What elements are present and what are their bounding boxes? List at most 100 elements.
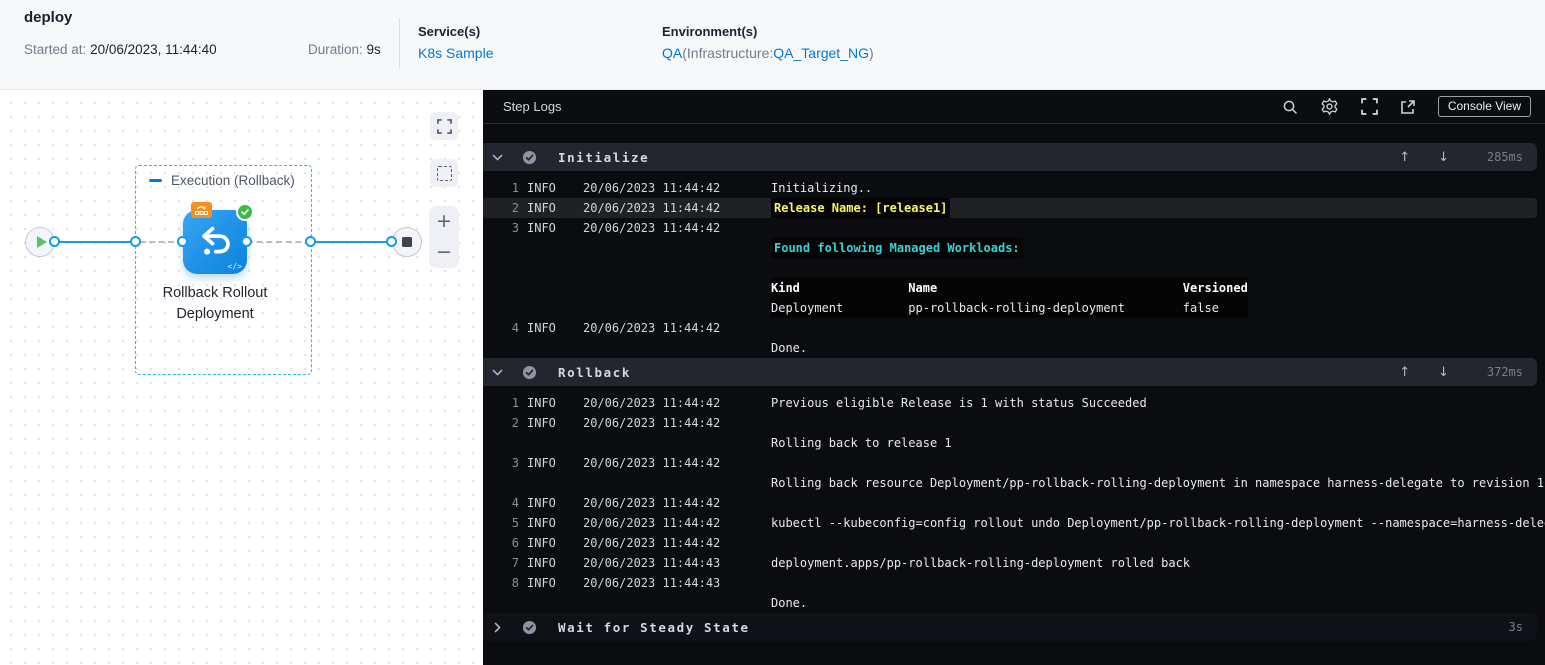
log-level: INFO (527, 576, 556, 590)
log-line: 6 INFO 20/06/2023 11:44:42 (483, 533, 1545, 553)
log-line: 1 INFO 20/06/2023 11:44:42 Previous eligibl… (483, 393, 1545, 413)
environments-block: Environment(s) QA(Infrastructure:QA_Targ… (662, 24, 874, 61)
edge-group-to-end (311, 241, 392, 243)
services-label: Service(s) (418, 24, 481, 39)
log-level (527, 473, 575, 493)
log-level (527, 238, 575, 258)
expand-section-chevron[interactable] (491, 621, 505, 634)
scroll-to-bottom-button[interactable]: ↓ (1438, 150, 1449, 165)
log-level (527, 298, 575, 318)
log-search-button[interactable] (1282, 99, 1298, 115)
log-line-number (489, 338, 519, 358)
duration: Duration: 9s (308, 42, 381, 57)
step-success-icon (522, 365, 537, 379)
log-fullscreen-button[interactable] (1361, 98, 1378, 115)
log-timestamp: 20/06/2023 11:44:42 (583, 396, 721, 410)
log-line-number: 2 (511, 201, 519, 215)
log-timestamp: 20/06/2023 11:44:42 (583, 416, 721, 430)
marquee-select-icon (436, 165, 452, 181)
connector-dot[interactable] (241, 236, 252, 247)
code-icon: </> (227, 262, 242, 271)
scroll-to-top-button[interactable]: ↑ (1399, 150, 1410, 165)
log-settings-button[interactable] (1320, 97, 1339, 116)
log-open-new-tab-button[interactable] (1400, 99, 1416, 115)
log-line (483, 258, 1545, 278)
log-message: Initializing.. (771, 181, 873, 195)
log-timestamp: 20/06/2023 11:44:42 (583, 181, 721, 195)
log-level: INFO (527, 201, 556, 215)
log-section-header-initialize[interactable]: Initialize ↑ ↓ 285ms (483, 143, 1537, 171)
log-header-divider (483, 123, 1545, 124)
log-message (771, 413, 1545, 433)
log-message: Previous eligible Release is 1 with stat… (771, 396, 1147, 410)
log-line-number: 1 (511, 181, 519, 195)
log-line-number: 4 (511, 321, 519, 335)
section-name: Rollback (558, 364, 632, 380)
started-at-label: Started at: (24, 42, 87, 57)
log-line: 4 INFO 20/06/2023 11:44:42 (483, 493, 1545, 513)
log-line-number: 7 (511, 556, 519, 570)
fullscreen-icon (436, 118, 452, 134)
infrastructure-link[interactable]: QA_Target_NG (773, 45, 869, 61)
log-message-yellow: Release Name: [release1] (771, 198, 951, 218)
step-success-badge (236, 203, 254, 221)
rollout-strategy-badge (191, 202, 212, 218)
connector-dot (386, 236, 397, 247)
console-view-button[interactable]: Console View (1437, 96, 1531, 117)
scroll-to-top-button[interactable]: ↑ (1399, 365, 1410, 380)
log-line-number: 1 (511, 396, 519, 410)
rollout-icon (195, 205, 208, 215)
section-log-rows: 1 INFO 20/06/2023 11:44:42 Previous eligibl… (483, 393, 1545, 613)
environment-link[interactable]: QA (662, 45, 682, 61)
log-line-number: 4 (511, 496, 519, 510)
section-log-rows: 1 INFO 20/06/2023 11:44:42 Initializing.. 2 I… (483, 178, 1545, 358)
log-line: Done. (483, 338, 1545, 358)
log-timestamp: 20/06/2023 11:44:42 (583, 201, 721, 215)
log-line-number (489, 473, 519, 493)
log-message (771, 453, 1545, 473)
canvas-fit-view-button[interactable] (430, 112, 458, 140)
log-message: Done. (771, 341, 808, 355)
log-panel-title: Step Logs (503, 99, 562, 114)
log-line-number (489, 593, 519, 613)
log-timestamp (583, 258, 763, 278)
log-message-table-head: Kind Name Versioned (771, 278, 1248, 298)
canvas-marquee-select-button[interactable] (430, 159, 458, 187)
log-level (527, 338, 575, 358)
log-level (527, 593, 575, 613)
log-level (527, 278, 575, 298)
pipeline-canvas[interactable]: Execution (Rollback) </> Rollback Rollou… (0, 90, 483, 665)
collapse-group-icon[interactable] (149, 179, 162, 182)
log-message: Rolling back to release 1 (771, 436, 952, 450)
log-message: Rolling back resource Deployment/pp-roll… (771, 476, 1545, 490)
chevron-down-icon (492, 154, 503, 160)
log-line: 1 INFO 20/06/2023 11:44:42 Initializing.. (483, 178, 1545, 198)
section-name: Wait for Steady State (558, 619, 750, 635)
log-section-header-wait-for-steady-state[interactable]: Wait for Steady State 3s (483, 613, 1537, 641)
step-node-rollback-rollout-deployment[interactable]: </> (183, 202, 254, 274)
section-controls: ↑ ↓ 372ms (1399, 365, 1523, 380)
log-message-table-row: Deployment pp-rollback-rolling-deploymen… (771, 298, 1248, 318)
chevron-right-icon (494, 622, 501, 632)
log-timestamp (583, 278, 763, 298)
connector-dot[interactable] (177, 236, 188, 247)
log-message: Release Name: [release1] (771, 198, 1537, 218)
log-line-number (489, 278, 519, 298)
log-timestamp (583, 473, 763, 493)
zoom-out-button[interactable]: − (436, 243, 452, 262)
log-section-header-rollback[interactable]: Rollback ↑ ↓ 372ms (483, 358, 1537, 386)
connector-dot (130, 236, 141, 247)
service-link[interactable]: K8s Sample (418, 45, 493, 61)
zoom-in-button[interactable]: + (436, 212, 452, 231)
connector-dot (49, 236, 60, 247)
expand-icon (1361, 98, 1378, 115)
collapse-section-chevron[interactable] (491, 151, 505, 164)
rollback-undo-icon (202, 226, 230, 255)
log-level: INFO (527, 536, 556, 550)
log-message (771, 318, 1545, 338)
log-line-number (489, 298, 519, 318)
collapse-section-chevron[interactable] (491, 366, 505, 379)
environments-label: Environment(s) (662, 24, 758, 39)
scroll-to-bottom-button[interactable]: ↓ (1438, 365, 1449, 380)
execution-header: deploy Started at: 20/06/2023, 11:44:40 … (0, 0, 1545, 90)
